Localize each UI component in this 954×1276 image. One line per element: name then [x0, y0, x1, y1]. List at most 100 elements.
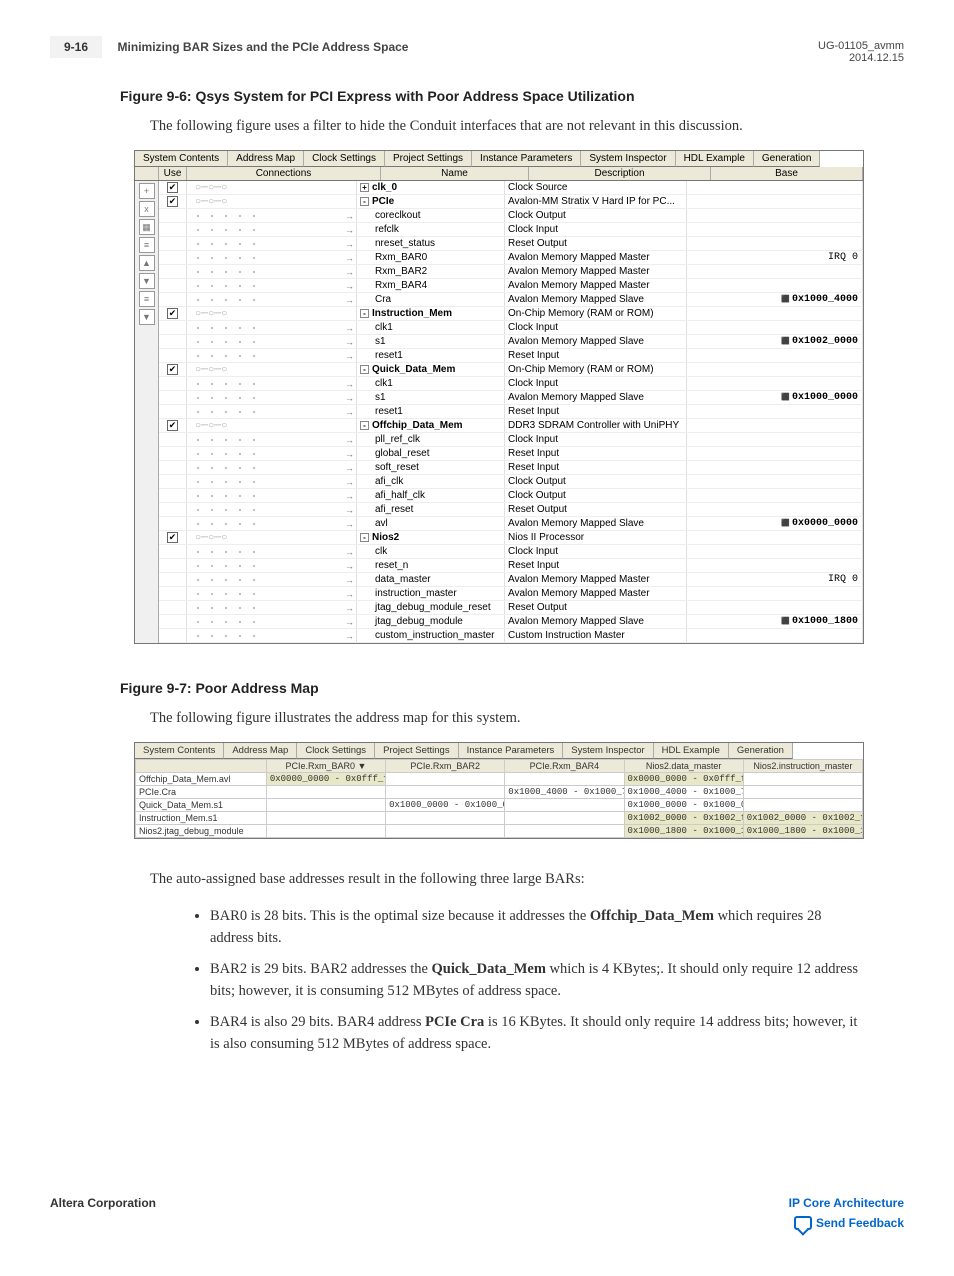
name-cell[interactable]: -Quick_Data_Mem: [357, 363, 505, 376]
use-cell[interactable]: ✔: [159, 307, 187, 320]
name-cell[interactable]: clk1: [357, 321, 505, 334]
name-cell[interactable]: global_reset: [357, 447, 505, 460]
use-cell[interactable]: ✔: [159, 363, 187, 376]
qsys-tab[interactable]: Project Settings: [385, 151, 472, 167]
name-cell[interactable]: -PCIe: [357, 195, 505, 208]
amap-col-header[interactable]: PCIe.Rxm_BAR0 ▼: [266, 759, 385, 772]
connections-cell[interactable]: →: [187, 335, 357, 348]
expand-icon[interactable]: -: [360, 365, 369, 374]
connections-cell[interactable]: ○─○─○: [187, 531, 357, 544]
use-cell[interactable]: ✔: [159, 531, 187, 544]
amap-col-header[interactable]: PCIe.Rxm_BAR2: [386, 759, 505, 772]
name-cell[interactable]: reset1: [357, 405, 505, 418]
connections-cell[interactable]: →: [187, 237, 357, 250]
name-cell[interactable]: avl: [357, 517, 505, 530]
use-checkbox[interactable]: ✔: [167, 364, 178, 375]
connections-cell[interactable]: →: [187, 223, 357, 236]
connections-cell[interactable]: ○─○─○: [187, 419, 357, 432]
use-cell[interactable]: ✔: [159, 195, 187, 208]
qsys-side-icon[interactable]: +: [139, 183, 155, 199]
name-cell[interactable]: Rxm_BAR2: [357, 265, 505, 278]
connections-cell[interactable]: →: [187, 433, 357, 446]
use-checkbox[interactable]: ✔: [167, 182, 178, 193]
qsys-tab[interactable]: Address Map: [228, 151, 304, 167]
connections-cell[interactable]: ○─○─○: [187, 181, 357, 194]
connections-cell[interactable]: →: [187, 573, 357, 586]
name-cell[interactable]: s1: [357, 335, 505, 348]
connections-cell[interactable]: ○─○─○: [187, 195, 357, 208]
expand-icon[interactable]: -: [360, 309, 369, 318]
amap-col-header[interactable]: PCIe.Rxm_BAR4: [505, 759, 624, 772]
connections-cell[interactable]: ○─○─○: [187, 307, 357, 320]
ip-core-architecture-link[interactable]: IP Core Architecture: [789, 1196, 904, 1210]
connections-cell[interactable]: ○─○─○: [187, 363, 357, 376]
name-cell[interactable]: -Instruction_Mem: [357, 307, 505, 320]
connections-cell[interactable]: →: [187, 447, 357, 460]
name-cell[interactable]: jtag_debug_module: [357, 615, 505, 628]
name-cell[interactable]: reset1: [357, 349, 505, 362]
connections-cell[interactable]: →: [187, 391, 357, 404]
connections-cell[interactable]: →: [187, 615, 357, 628]
connections-cell[interactable]: →: [187, 293, 357, 306]
name-cell[interactable]: afi_half_clk: [357, 489, 505, 502]
connections-cell[interactable]: →: [187, 349, 357, 362]
send-feedback-link[interactable]: Send Feedback: [789, 1216, 904, 1231]
use-cell[interactable]: ✔: [159, 419, 187, 432]
connections-cell[interactable]: →: [187, 265, 357, 278]
use-checkbox[interactable]: ✔: [167, 420, 178, 431]
qsys-side-icon[interactable]: ▼: [139, 309, 155, 325]
use-checkbox[interactable]: ✔: [167, 308, 178, 319]
name-cell[interactable]: instruction_master: [357, 587, 505, 600]
expand-icon[interactable]: -: [360, 197, 369, 206]
qsys-tab[interactable]: Generation: [754, 151, 820, 167]
use-cell[interactable]: ✔: [159, 181, 187, 194]
connections-cell[interactable]: →: [187, 587, 357, 600]
name-cell[interactable]: -Offchip_Data_Mem: [357, 419, 505, 432]
expand-icon[interactable]: -: [360, 533, 369, 542]
amap-tab[interactable]: Project Settings: [375, 743, 459, 759]
name-cell[interactable]: jtag_debug_module_reset: [357, 601, 505, 614]
connections-cell[interactable]: →: [187, 209, 357, 222]
amap-tab[interactable]: HDL Example: [654, 743, 729, 759]
expand-icon[interactable]: -: [360, 421, 369, 430]
qsys-side-icon[interactable]: ▼: [139, 273, 155, 289]
amap-col-header[interactable]: Nios2.data_master: [624, 759, 743, 772]
name-cell[interactable]: pll_ref_clk: [357, 433, 505, 446]
connections-cell[interactable]: →: [187, 461, 357, 474]
name-cell[interactable]: Rxm_BAR0: [357, 251, 505, 264]
name-cell[interactable]: refclk: [357, 223, 505, 236]
connections-cell[interactable]: →: [187, 321, 357, 334]
name-cell[interactable]: -Nios2: [357, 531, 505, 544]
amap-tab[interactable]: System Inspector: [563, 743, 653, 759]
connections-cell[interactable]: →: [187, 559, 357, 572]
name-cell[interactable]: afi_clk: [357, 475, 505, 488]
qsys-tab[interactable]: Instance Parameters: [472, 151, 581, 167]
connections-cell[interactable]: →: [187, 279, 357, 292]
amap-tab[interactable]: Address Map: [224, 743, 297, 759]
qsys-side-icon[interactable]: ≡: [139, 237, 155, 253]
use-checkbox[interactable]: ✔: [167, 532, 178, 543]
name-cell[interactable]: Rxm_BAR4: [357, 279, 505, 292]
qsys-side-icon[interactable]: ≡: [139, 291, 155, 307]
use-checkbox[interactable]: ✔: [167, 196, 178, 207]
name-cell[interactable]: coreclkout: [357, 209, 505, 222]
amap-tab[interactable]: System Contents: [135, 743, 224, 759]
connections-cell[interactable]: →: [187, 251, 357, 264]
connections-cell[interactable]: →: [187, 377, 357, 390]
amap-tab[interactable]: Generation: [729, 743, 793, 759]
name-cell[interactable]: custom_instruction_master: [357, 629, 505, 642]
amap-col-header[interactable]: Nios2.instruction_master: [743, 759, 862, 772]
name-cell[interactable]: clk1: [357, 377, 505, 390]
name-cell[interactable]: s1: [357, 391, 505, 404]
name-cell[interactable]: Cra: [357, 293, 505, 306]
qsys-side-icon[interactable]: ▦: [139, 219, 155, 235]
qsys-tab[interactable]: HDL Example: [676, 151, 754, 167]
qsys-tab[interactable]: System Inspector: [581, 151, 675, 167]
connections-cell[interactable]: →: [187, 503, 357, 516]
qsys-tab[interactable]: Clock Settings: [304, 151, 385, 167]
connections-cell[interactable]: →: [187, 629, 357, 642]
qsys-side-icon[interactable]: ▲: [139, 255, 155, 271]
name-cell[interactable]: +clk_0: [357, 181, 505, 194]
name-cell[interactable]: clk: [357, 545, 505, 558]
connections-cell[interactable]: →: [187, 517, 357, 530]
